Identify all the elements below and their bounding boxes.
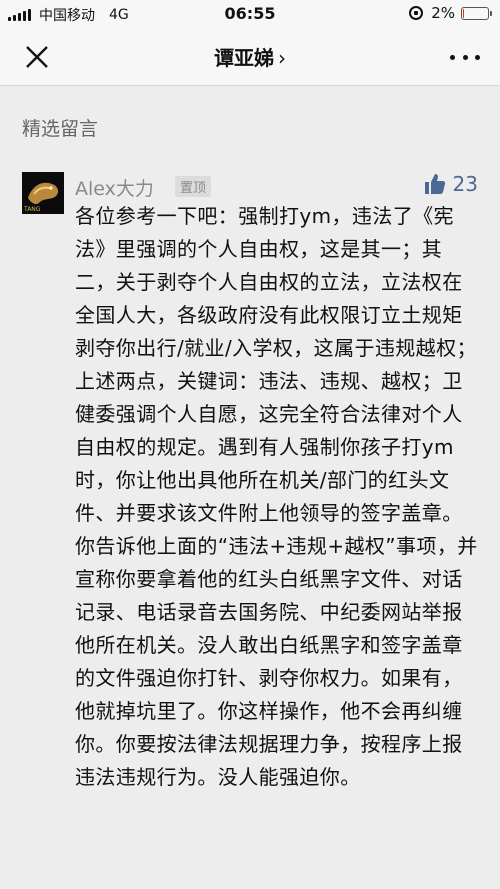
comment-author[interactable]: Alex大力: [75, 174, 154, 201]
like-count: 23: [452, 172, 478, 196]
battery-fill: [463, 8, 464, 18]
pinned-badge: 置顶: [175, 176, 212, 197]
avatar-text: TANG: [24, 206, 41, 213]
battery-percent: 2%: [431, 4, 455, 22]
battery-icon: [461, 6, 489, 20]
nav-title-text: 谭亚娣: [214, 46, 274, 70]
rotation-lock-icon: [409, 6, 424, 20]
comment-text: 各位参考一下吧：强制打ym，违法了《宪法》里强调的个人自由权，这是其一；其二，关…: [75, 204, 478, 789]
thumbs-up-icon: [424, 174, 445, 194]
status-bar: 中国移动 4G 06:55 2%: [0, 0, 500, 28]
nav-title[interactable]: 谭亚娣 ›: [0, 42, 500, 71]
like-button[interactable]: 23: [423, 172, 478, 196]
battery-tip: [490, 10, 492, 16]
status-right: 2%: [409, 4, 492, 22]
avatar[interactable]: TANG: [22, 172, 64, 214]
nav-bar: 谭亚娣 ›: [0, 28, 500, 86]
chevron-right-icon: ›: [278, 46, 286, 70]
more-icon[interactable]: [450, 50, 480, 64]
section-title: 精选留言: [22, 118, 99, 140]
